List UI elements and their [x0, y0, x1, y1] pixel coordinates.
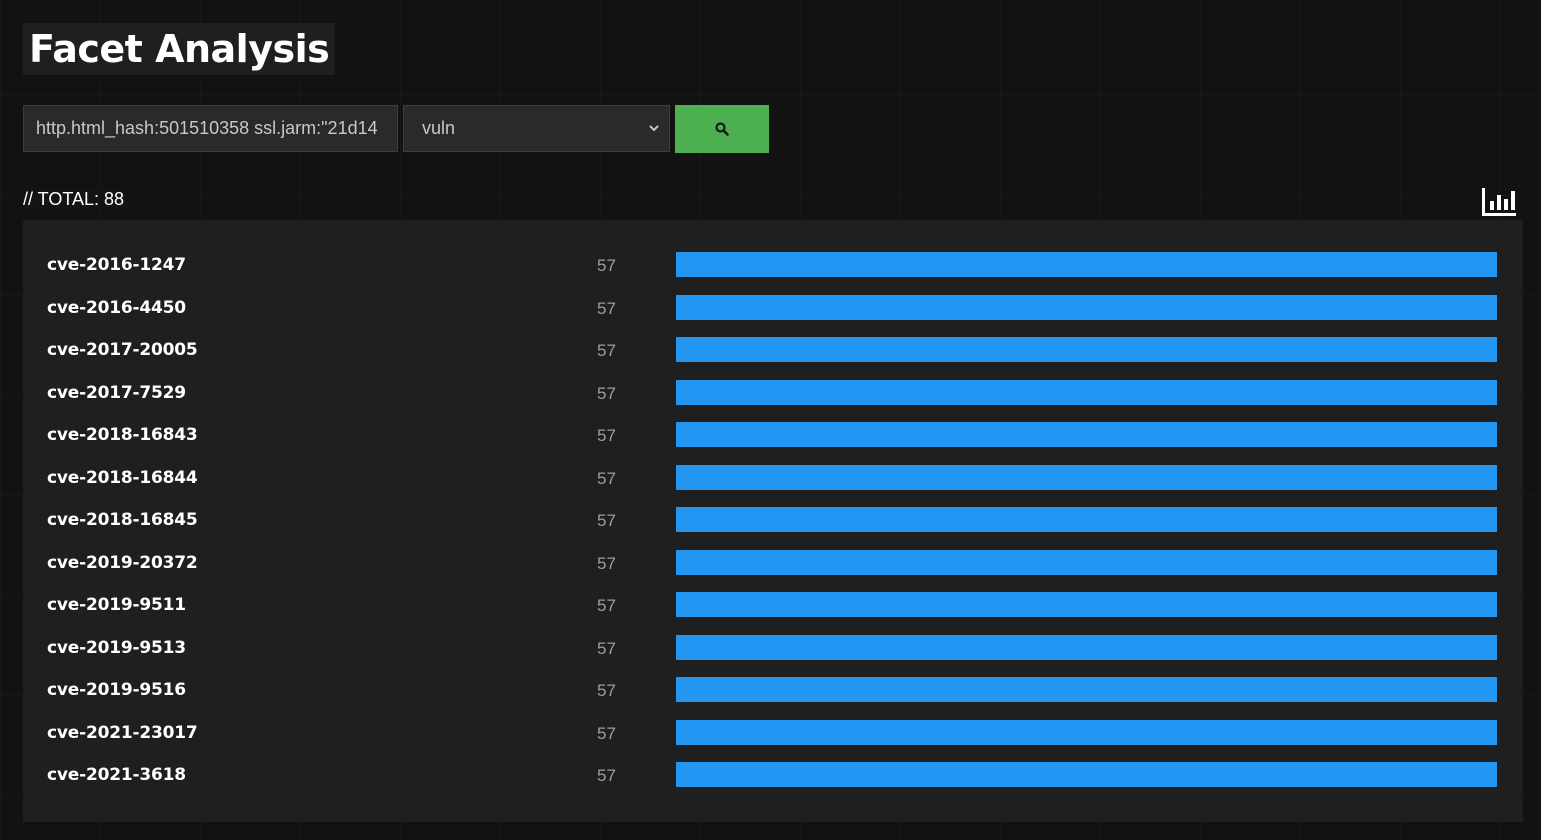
chevron-down-icon	[649, 125, 659, 132]
facet-count: 57	[597, 553, 616, 573]
facet-bar-track	[676, 294, 1497, 320]
facet-bar-track	[676, 762, 1497, 787]
facet-bar	[676, 677, 1497, 702]
facet-label[interactable]: cve-2019-9511	[47, 595, 186, 615]
facet-bar-track	[676, 677, 1497, 702]
facet-bar	[676, 464, 1497, 490]
facet-bar	[676, 592, 1497, 617]
facet-row: cve-2018-16844 57	[23, 455, 1523, 497]
facet-row: cve-2018-16843 57	[23, 412, 1523, 454]
facet-bar-track	[676, 592, 1497, 617]
facet-bar	[676, 634, 1497, 660]
facet-label[interactable]: cve-2019-9513	[47, 638, 186, 658]
facet-row: cve-2019-9513 57	[23, 625, 1523, 667]
facet-select[interactable]: vuln	[403, 105, 670, 152]
facet-label[interactable]: cve-2019-9516	[47, 680, 186, 700]
search-input[interactable]	[23, 105, 398, 152]
facet-count: 57	[597, 341, 616, 360]
facet-count: 57	[597, 511, 616, 530]
total-count: // TOTAL: 88	[23, 189, 127, 210]
facet-count: 57	[597, 426, 616, 445]
facet-label[interactable]: cve-2016-1247	[47, 255, 186, 275]
facet-row: cve-2021-3618 57	[23, 752, 1523, 794]
facet-count: 57	[597, 681, 616, 700]
facet-label[interactable]: cve-2021-3618	[47, 765, 186, 785]
facet-bar	[676, 337, 1497, 362]
facet-count: 57	[597, 723, 616, 743]
facet-label[interactable]: cve-2018-16845	[47, 510, 198, 530]
facet-bar-track	[676, 422, 1497, 447]
facet-row: cve-2019-9516 57	[23, 667, 1523, 709]
facet-label[interactable]: cve-2018-16843	[47, 425, 198, 445]
facet-row: cve-2019-20372 57	[23, 540, 1523, 582]
facet-row: cve-2018-16845 57	[23, 497, 1523, 539]
facet-bar-track	[676, 549, 1497, 575]
facet-bar	[676, 379, 1497, 405]
facet-count: 57	[597, 468, 616, 488]
facet-bar	[676, 422, 1497, 447]
facet-count: 57	[597, 298, 616, 318]
search-icon	[715, 122, 729, 136]
search-button[interactable]	[675, 105, 769, 153]
facet-bar-track	[676, 379, 1497, 405]
facet-row: cve-2017-20005 57	[23, 327, 1523, 369]
facet-label[interactable]: cve-2018-16844	[47, 468, 198, 488]
facet-bar-track	[676, 337, 1497, 362]
facet-bar	[676, 762, 1497, 787]
facet-count: 57	[597, 766, 616, 785]
facet-bar	[676, 507, 1497, 532]
facet-label[interactable]: cve-2019-20372	[47, 553, 198, 573]
facet-count: 57	[597, 596, 616, 615]
facet-label[interactable]: cve-2017-20005	[47, 340, 198, 360]
facet-count: 57	[597, 638, 616, 658]
facet-row: cve-2019-9511 57	[23, 582, 1523, 624]
facet-label[interactable]: cve-2017-7529	[47, 383, 186, 403]
facet-row: cve-2016-1247 57	[23, 242, 1523, 284]
facet-select-value: vuln	[422, 118, 456, 138]
facet-count: 57	[597, 256, 616, 275]
bar-chart-icon[interactable]	[1480, 186, 1518, 218]
facet-bar-track	[676, 464, 1497, 490]
facet-bar	[676, 549, 1497, 575]
facet-row: cve-2017-7529 57	[23, 370, 1523, 412]
facet-bar	[676, 252, 1497, 277]
facet-row: cve-2016-4450 57	[23, 285, 1523, 327]
facet-bar	[676, 719, 1497, 745]
facet-bar-track	[676, 719, 1497, 745]
facet-label[interactable]: cve-2016-4450	[47, 298, 186, 318]
facet-label[interactable]: cve-2021-23017	[47, 723, 198, 743]
facet-row: cve-2021-23017 57	[23, 710, 1523, 752]
facet-count: 57	[597, 383, 616, 403]
facet-results-panel: cve-2016-1247 57 cve-2016-4450 57 cve-2017-2…	[23, 220, 1523, 822]
facet-bar	[676, 294, 1497, 320]
facet-bar-track	[676, 634, 1497, 660]
page-title: Facet Analysis	[23, 23, 336, 75]
facet-bar-track	[676, 252, 1497, 277]
facet-bar-track	[676, 507, 1497, 532]
